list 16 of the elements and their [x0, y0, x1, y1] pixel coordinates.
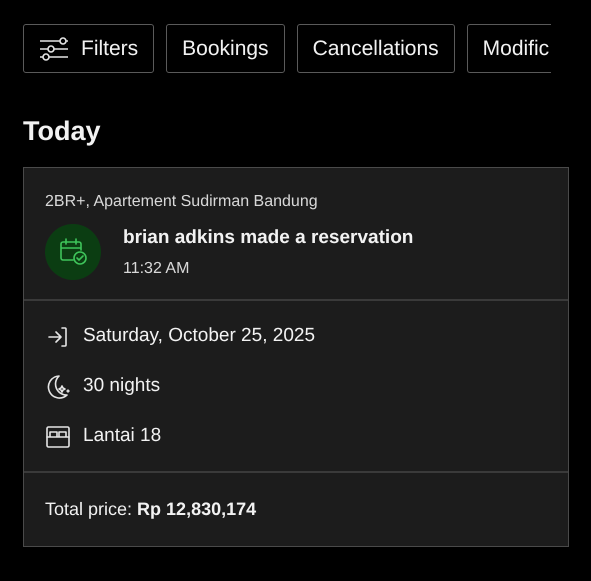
bed-icon — [45, 424, 71, 450]
filter-chip[interactable]: Bookings — [166, 24, 285, 73]
section-title: Today — [23, 118, 102, 145]
property-name: 2BR+, Apartement Sudirman Bandung — [45, 192, 319, 212]
sliders-icon — [39, 36, 69, 62]
enter-arrow-icon — [46, 324, 70, 348]
detail-text: Saturday, October 25, 2025 — [83, 324, 316, 348]
moon-stars-icon — [45, 374, 71, 400]
total-price: Total price: Rp 12,830,174 — [45, 498, 256, 518]
detail-text: 30 nights — [83, 374, 160, 398]
filters-button[interactable]: Filters — [23, 24, 154, 73]
event-title: brian adkins made a reservation — [123, 226, 414, 250]
detail-text: Lantai 18 — [83, 424, 162, 448]
event-time: 11:32 AM — [123, 258, 190, 278]
filter-chip[interactable]: Cancellations — [296, 24, 455, 73]
filter-chip[interactable]: Modific — [466, 24, 552, 73]
